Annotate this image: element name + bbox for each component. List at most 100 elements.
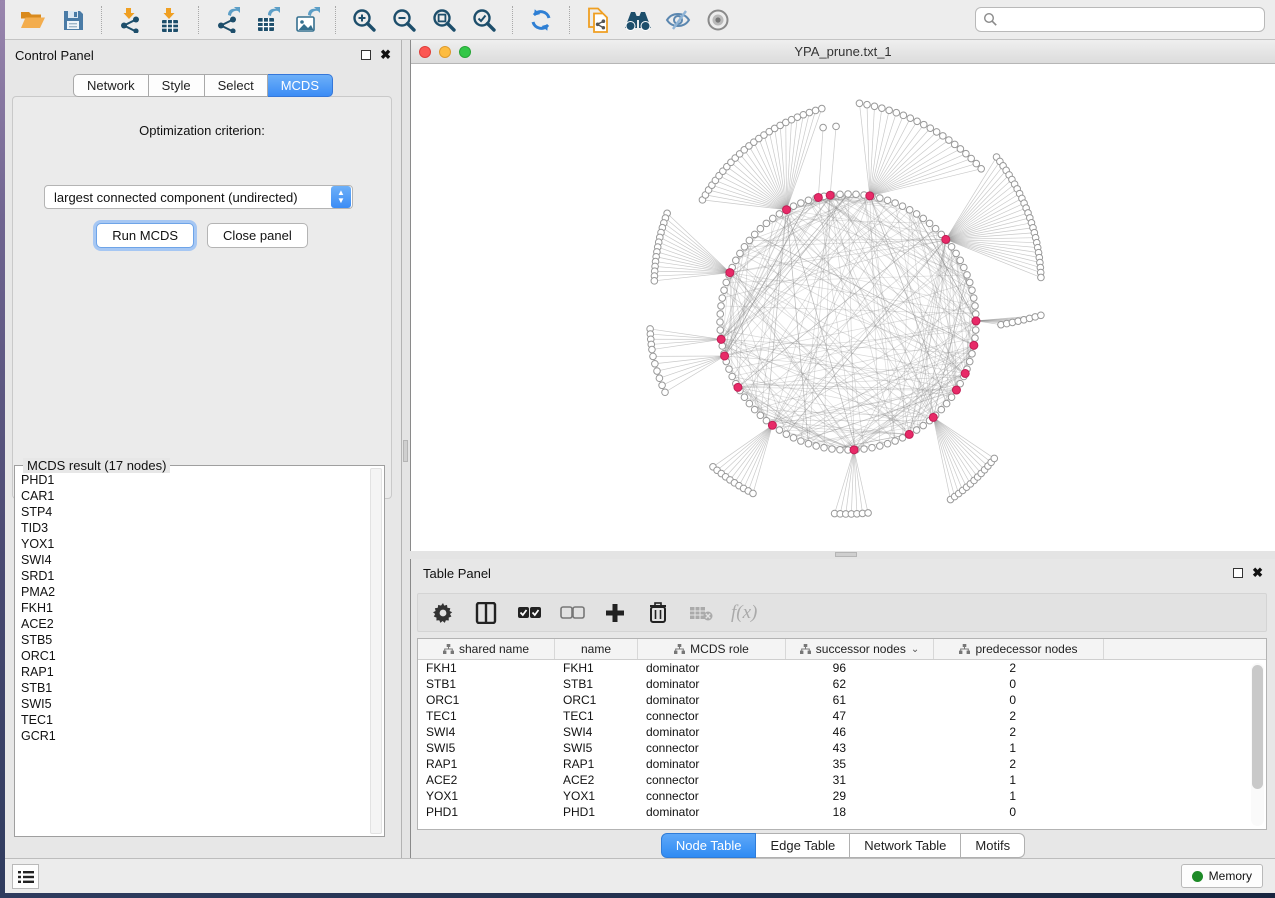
vertical-splitter[interactable] bbox=[402, 40, 410, 858]
show-columns-icon[interactable] bbox=[473, 600, 499, 626]
mcds-result-item[interactable]: SWI4 bbox=[21, 552, 368, 568]
search-icon bbox=[983, 12, 998, 27]
table-cell: RAP1 bbox=[418, 757, 555, 771]
settings-gear-icon[interactable] bbox=[430, 600, 456, 626]
export-image-icon[interactable] bbox=[290, 5, 324, 35]
table-cell: SWI4 bbox=[555, 725, 638, 739]
export-network-icon[interactable] bbox=[210, 5, 244, 35]
splitter-grip[interactable] bbox=[835, 552, 857, 557]
mcds-result-item[interactable]: CAR1 bbox=[21, 488, 368, 504]
close-panel-button[interactable]: Close panel bbox=[207, 223, 308, 248]
delete-column-icon[interactable] bbox=[645, 600, 671, 626]
criterion-select[interactable]: largest connected component (undirected)… bbox=[44, 185, 353, 209]
close-panel-icon[interactable]: ✖ bbox=[1252, 568, 1263, 578]
splitter-grip[interactable] bbox=[403, 440, 408, 462]
table-row[interactable]: ORC1ORC1dominator610 bbox=[418, 692, 1266, 708]
select-all-checks-icon[interactable] bbox=[516, 600, 542, 626]
mcds-result-item[interactable]: YOX1 bbox=[21, 536, 368, 552]
table-cell: ACE2 bbox=[555, 773, 638, 787]
save-icon[interactable] bbox=[56, 5, 90, 35]
zoom-selected-icon[interactable] bbox=[467, 5, 501, 35]
mcds-result-item[interactable]: RAP1 bbox=[21, 664, 368, 680]
table-row[interactable]: PHD1PHD1dominator180 bbox=[418, 804, 1266, 820]
mcds-result-item[interactable]: TID3 bbox=[21, 520, 368, 536]
table-cell: connector bbox=[638, 741, 786, 755]
tab-mcds[interactable]: MCDS bbox=[268, 74, 333, 97]
mcds-result-item[interactable]: FKH1 bbox=[21, 600, 368, 616]
tab-motifs[interactable]: Motifs bbox=[961, 833, 1025, 858]
mcds-result-item[interactable]: PHD1 bbox=[21, 472, 368, 488]
column-header-name[interactable]: name bbox=[555, 639, 638, 659]
zoom-fit-icon[interactable] bbox=[427, 5, 461, 35]
run-mcds-button[interactable]: Run MCDS bbox=[96, 223, 194, 248]
table-cell: dominator bbox=[638, 725, 786, 739]
panel-menu-button[interactable] bbox=[12, 864, 39, 889]
table-row[interactable]: RAP1RAP1dominator352 bbox=[418, 756, 1266, 772]
mcds-result-item[interactable]: STB5 bbox=[21, 632, 368, 648]
mcds-result-item[interactable]: SWI5 bbox=[21, 696, 368, 712]
mcds-result-item[interactable]: STP4 bbox=[21, 504, 368, 520]
maximize-window-icon[interactable] bbox=[459, 46, 471, 58]
memory-status-icon bbox=[1192, 871, 1203, 882]
tab-select[interactable]: Select bbox=[205, 74, 268, 97]
search-input[interactable] bbox=[998, 13, 1257, 27]
minimize-window-icon[interactable] bbox=[439, 46, 451, 58]
import-network-icon[interactable] bbox=[113, 5, 147, 35]
mcds-result-item[interactable]: GCR1 bbox=[21, 728, 368, 744]
node-table[interactable]: shared namenameMCDS rolesuccessor nodes⌄… bbox=[417, 638, 1267, 830]
table-scrollbar-thumb[interactable] bbox=[1252, 665, 1263, 789]
table-panel-tabs: Node TableEdge TableNetwork TableMotifs bbox=[411, 833, 1275, 858]
table-row[interactable]: FKH1FKH1dominator962 bbox=[418, 660, 1266, 676]
table-row[interactable]: STB1STB1dominator620 bbox=[418, 676, 1266, 692]
zoom-out-icon[interactable] bbox=[387, 5, 421, 35]
zoom-in-icon[interactable] bbox=[347, 5, 381, 35]
main-toolbar bbox=[5, 0, 1275, 40]
refresh-layout-icon[interactable] bbox=[524, 5, 558, 35]
float-panel-icon[interactable] bbox=[1233, 568, 1243, 578]
mcds-result-item[interactable]: TEC1 bbox=[21, 712, 368, 728]
table-row[interactable]: SWI5SWI5connector431 bbox=[418, 740, 1266, 756]
show-all-eye-icon[interactable] bbox=[701, 5, 735, 35]
tab-edge-table[interactable]: Edge Table bbox=[756, 833, 850, 858]
table-row[interactable]: YOX1YOX1connector291 bbox=[418, 788, 1266, 804]
mcds-result-item[interactable]: PMA2 bbox=[21, 584, 368, 600]
clone-network-icon[interactable] bbox=[581, 5, 615, 35]
memory-button[interactable]: Memory bbox=[1181, 864, 1263, 888]
table-cell: connector bbox=[638, 773, 786, 787]
table-row[interactable]: SWI4SWI4dominator462 bbox=[418, 724, 1266, 740]
mcds-result-scrollbar[interactable] bbox=[370, 468, 382, 834]
column-header-predecessor-nodes[interactable]: predecessor nodes bbox=[934, 639, 1104, 659]
column-header-MCDS-role[interactable]: MCDS role bbox=[638, 639, 786, 659]
close-window-icon[interactable] bbox=[419, 46, 431, 58]
export-table-icon[interactable] bbox=[250, 5, 284, 35]
horizontal-splitter[interactable] bbox=[410, 551, 1275, 559]
mcds-result-item[interactable]: STB1 bbox=[21, 680, 368, 696]
tab-node-table[interactable]: Node Table bbox=[661, 833, 757, 858]
import-table-icon[interactable] bbox=[153, 5, 187, 35]
deselect-all-checks-icon[interactable] bbox=[559, 600, 585, 626]
tab-style[interactable]: Style bbox=[149, 74, 205, 97]
table-row[interactable]: ACE2ACE2connector311 bbox=[418, 772, 1266, 788]
table-scrollbar[interactable] bbox=[1251, 663, 1264, 826]
close-panel-icon[interactable]: ✖ bbox=[380, 50, 391, 60]
add-column-icon[interactable] bbox=[602, 600, 628, 626]
mcds-result-title: MCDS result (17 nodes) bbox=[23, 458, 170, 473]
open-file-icon[interactable] bbox=[16, 5, 50, 35]
hide-selected-icon[interactable] bbox=[661, 5, 695, 35]
network-window-titlebar[interactable]: YPA_prune.txt_1 bbox=[411, 40, 1275, 64]
find-binoculars-icon[interactable] bbox=[621, 5, 655, 35]
table-row[interactable]: TEC1TEC1connector472 bbox=[418, 708, 1266, 724]
search-box[interactable] bbox=[975, 7, 1265, 32]
mcds-result-item[interactable]: ORC1 bbox=[21, 648, 368, 664]
table-cell: TEC1 bbox=[418, 709, 555, 723]
mcds-result-list[interactable]: PHD1CAR1STP4TID3YOX1SWI4SRD1PMA2FKH1ACE2… bbox=[21, 472, 368, 832]
mcds-result-item[interactable]: SRD1 bbox=[21, 568, 368, 584]
tab-network[interactable]: Network bbox=[73, 74, 149, 97]
table-cell: 96 bbox=[786, 661, 934, 675]
column-header-shared-name[interactable]: shared name bbox=[418, 639, 555, 659]
tab-network-table[interactable]: Network Table bbox=[850, 833, 961, 858]
mcds-result-item[interactable]: ACE2 bbox=[21, 616, 368, 632]
network-canvas[interactable] bbox=[411, 64, 1275, 551]
column-header-successor-nodes[interactable]: successor nodes⌄ bbox=[786, 639, 934, 659]
float-panel-icon[interactable] bbox=[361, 50, 371, 60]
